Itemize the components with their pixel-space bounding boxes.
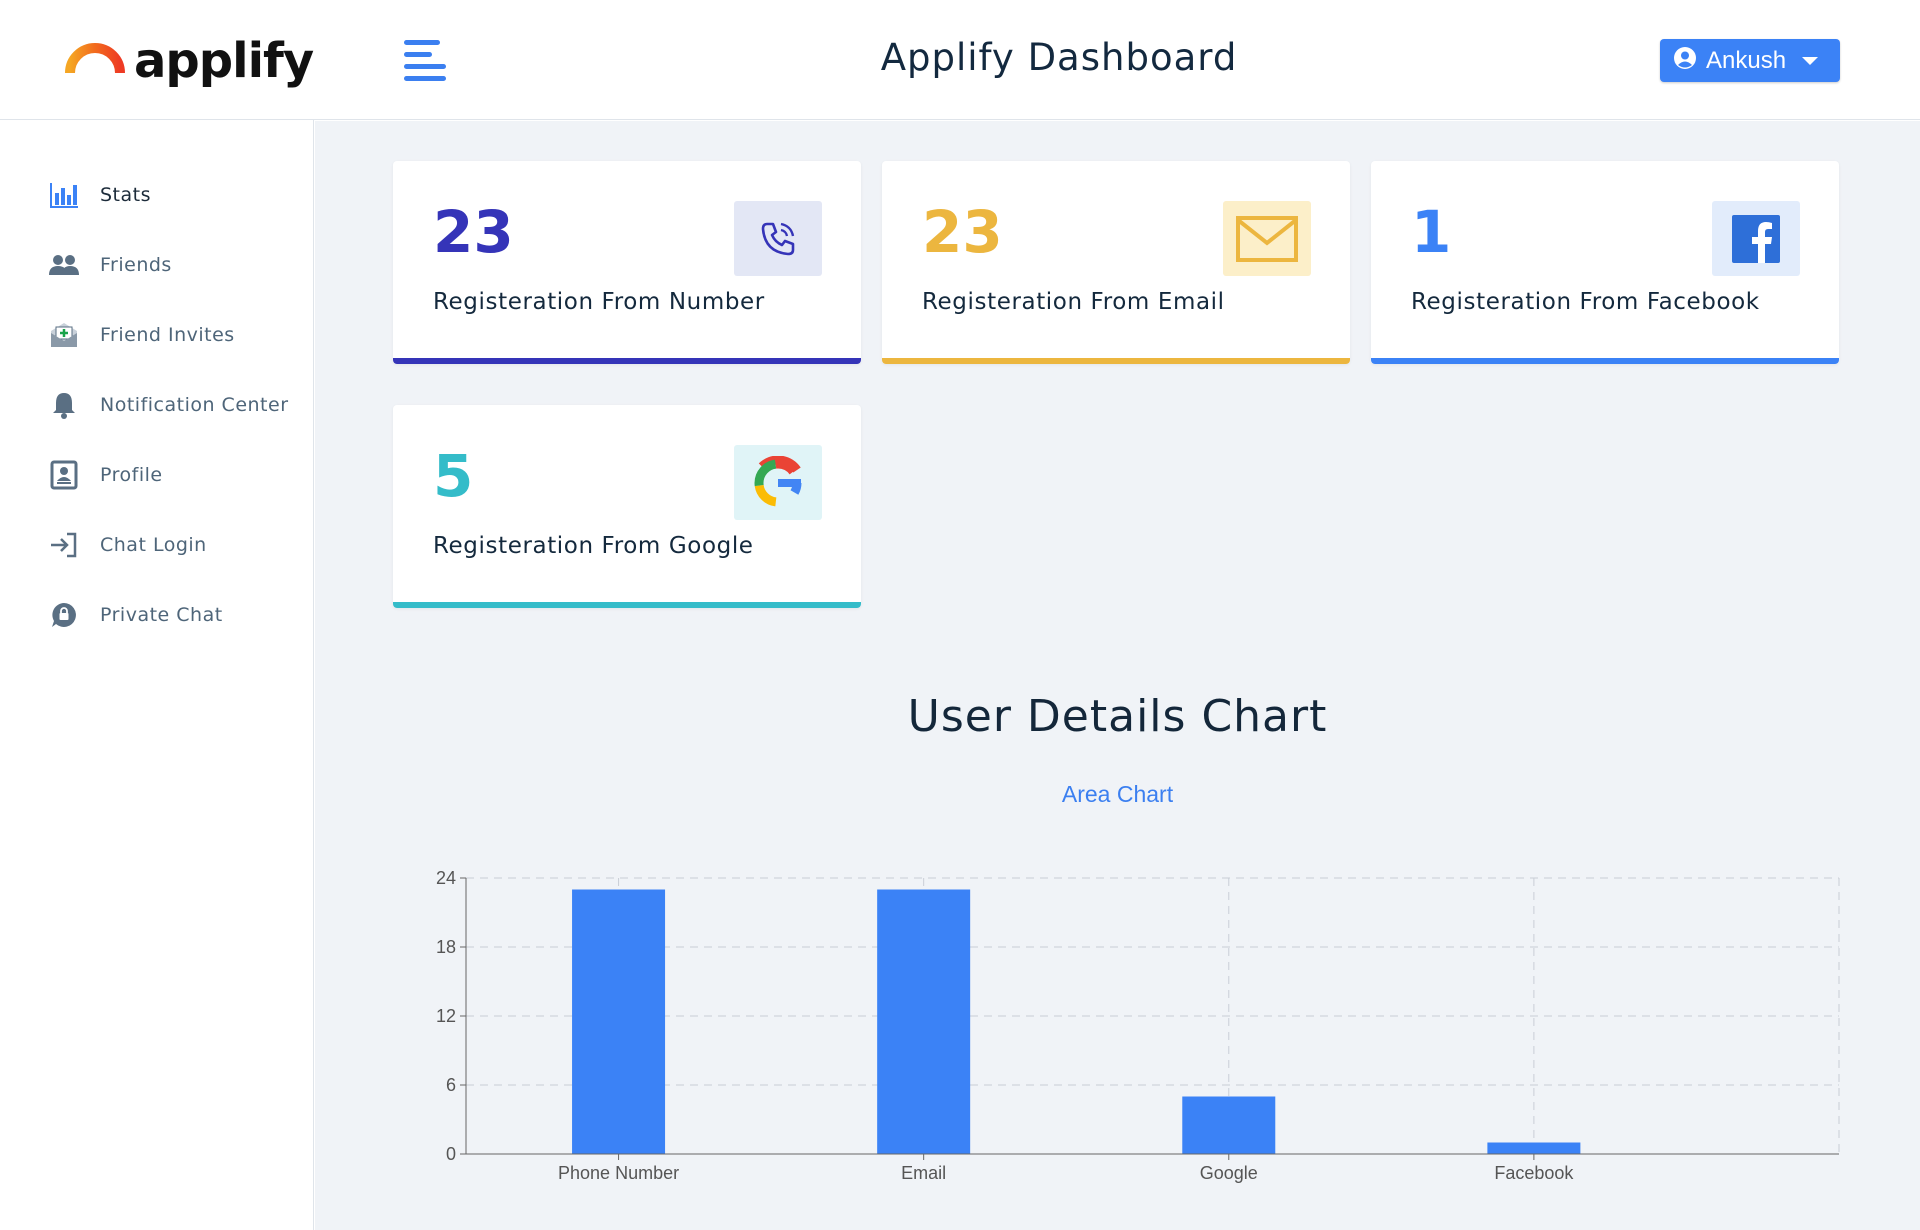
chart-bar: [877, 889, 971, 1154]
sidebar-item-stats[interactable]: Stats: [48, 175, 151, 215]
sidebar-item-label: Notification Center: [100, 394, 289, 416]
user-circle-icon: [1674, 47, 1696, 74]
main-content: 23 Registeration From Number 23 Register…: [315, 121, 1920, 1230]
sidebar-item-notification-center[interactable]: Notification Center: [48, 385, 289, 425]
sidebar-item-private-chat[interactable]: Private Chat: [48, 595, 223, 635]
x-tick-label: Facebook: [1494, 1163, 1574, 1183]
top-header: applify Applify Dashboard Ankush: [0, 0, 1920, 120]
user-name: Ankush: [1706, 46, 1787, 74]
y-tick-label: 6: [446, 1075, 456, 1095]
y-tick-label: 0: [446, 1144, 456, 1164]
sidebar-item-label: Private Chat: [100, 604, 223, 626]
sidebar: Stats Friends Friend Invites Notificatio…: [0, 120, 314, 1230]
sidebar-item-label: Stats: [100, 184, 152, 206]
chevron-down-icon: [1802, 56, 1819, 65]
chart-bar: [1182, 1096, 1276, 1154]
y-tick-label: 18: [436, 937, 456, 957]
envelope-plus-icon: [48, 319, 80, 351]
page-title: Applify Dashboard: [880, 36, 1238, 79]
sidebar-item-friends[interactable]: Friends: [48, 245, 172, 285]
bell-icon: [48, 389, 80, 421]
sidebar-item-label: Chat Login: [100, 534, 207, 556]
x-tick-label: Email: [901, 1163, 946, 1183]
bar-chart-icon: [48, 179, 80, 211]
x-tick-label: Google: [1200, 1163, 1258, 1183]
bar-chart: 0 6 12 18 24 Phone Number Email Google Facebook: [436, 868, 1840, 1183]
users-icon: [48, 249, 80, 281]
sidebar-item-label: Friends: [100, 254, 172, 276]
chart-bar: [1487, 1142, 1581, 1154]
sidebar-item-chat-login[interactable]: Chat Login: [48, 525, 207, 565]
chart-bar: [572, 889, 666, 1154]
y-tick-label: 12: [436, 1006, 456, 1026]
x-tick-label: Phone Number: [558, 1163, 679, 1183]
sign-in-icon: [48, 529, 80, 561]
sidebar-item-label: Friend Invites: [100, 324, 235, 346]
sidebar-item-friend-invites[interactable]: Friend Invites: [48, 315, 235, 355]
user-menu-button[interactable]: Ankush: [1660, 39, 1840, 82]
y-tick-label: 24: [436, 868, 456, 888]
lock-chat-icon: [48, 599, 80, 631]
profile-card-icon: [48, 459, 80, 491]
sidebar-item-label: Profile: [100, 464, 163, 486]
sidebar-item-profile[interactable]: Profile: [48, 455, 163, 495]
